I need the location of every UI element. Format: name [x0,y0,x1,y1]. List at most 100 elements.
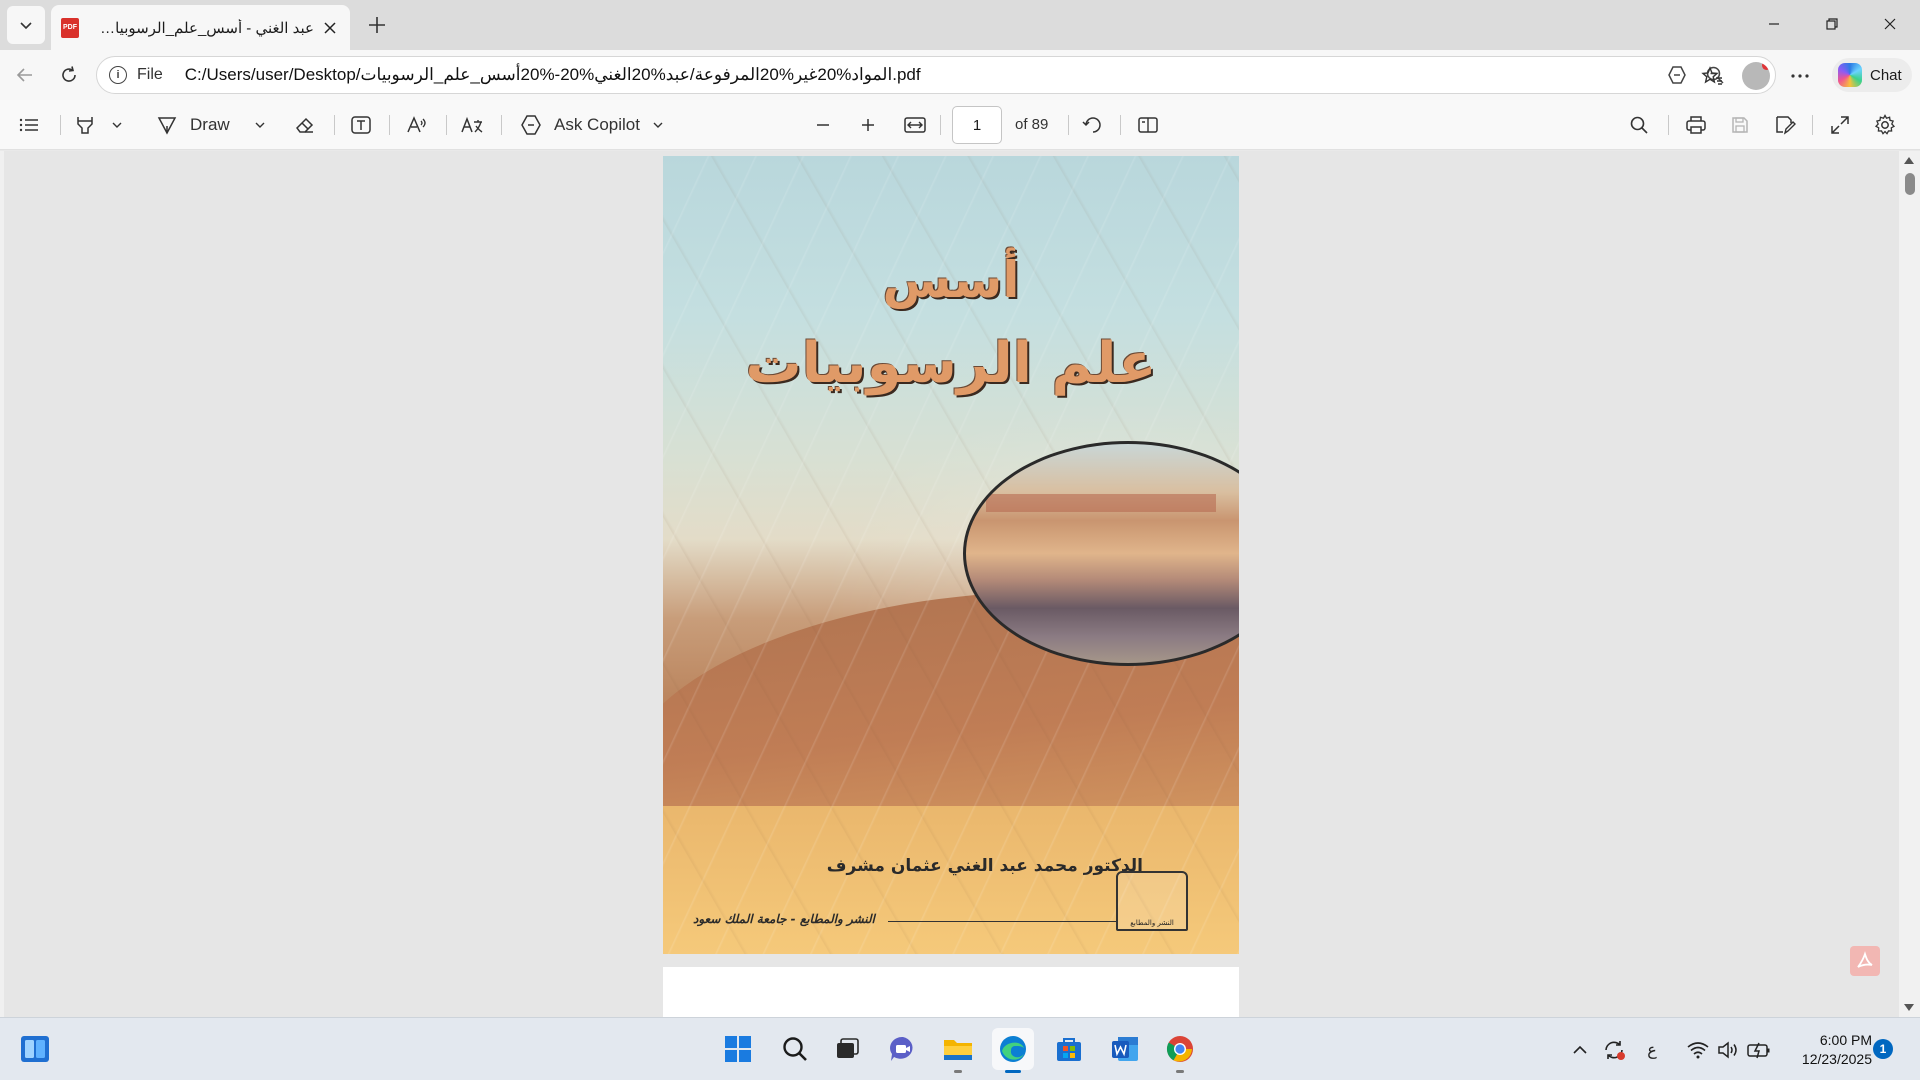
address-field[interactable]: i File C:/Users/user/Desktop/المواد%20غي… [96,56,1776,94]
chat-label: Chat [1870,66,1902,84]
highlight-button[interactable] [74,109,96,141]
scrollbar-thumb[interactable] [1905,173,1915,195]
search-button[interactable] [774,1028,816,1070]
sync-status-icon[interactable] [1599,1038,1629,1062]
highlight-options-dropdown[interactable] [111,109,123,141]
widgets-button[interactable] [14,1028,56,1070]
save-as-button[interactable] [1774,109,1796,141]
zoom-in-button[interactable] [860,109,876,141]
close-window-button[interactable] [1861,0,1919,48]
toolbar-divider [1068,115,1069,135]
wifi-icon[interactable] [1686,1038,1710,1062]
more-horizontal-icon [1791,74,1809,78]
text-box-icon [351,116,371,134]
teams-chat-app[interactable] [882,1028,924,1070]
erase-button[interactable] [294,109,316,141]
draw-button[interactable]: Draw [156,109,230,141]
title-bar: PDF عبد الغني - أسس_علم_الرسوبيات.pdf [0,0,1920,50]
find-button[interactable] [1629,109,1649,141]
input-language-indicator[interactable]: ع [1642,1038,1662,1062]
contents-button[interactable] [18,109,40,141]
chrome-app[interactable] [1159,1028,1201,1073]
profile-avatar[interactable] [1742,62,1770,90]
address-bar-row: i File C:/Users/user/Desktop/المواد%20غي… [0,50,1920,100]
new-tab-button[interactable] [360,8,394,42]
word-app[interactable] [1104,1028,1146,1070]
refresh-button[interactable] [52,58,86,92]
notification-badge[interactable]: 1 [1873,1039,1893,1059]
vertical-scrollbar[interactable] [1899,151,1920,1017]
toolbar-divider [60,115,61,135]
rotate-button[interactable] [1082,109,1104,141]
add-text-button[interactable] [350,109,372,141]
arrow-left-icon [16,68,32,82]
info-icon[interactable]: i [109,66,127,84]
toolbar-divider [940,115,941,135]
microsoft-store-app[interactable] [1048,1028,1090,1070]
search-icon [1630,116,1648,134]
scroll-up-arrow-icon[interactable] [1904,157,1914,164]
edge-browser-app[interactable] [992,1028,1034,1073]
copilot-outline-icon [1668,66,1686,84]
read-aloud-button[interactable] [406,109,428,141]
file-explorer-app[interactable] [937,1028,979,1073]
system-clock[interactable]: 6:00 PM 12/23/2025 [1788,1031,1872,1069]
translate-icon [461,116,483,133]
favorites-button[interactable] [1698,62,1726,90]
tab-title: عبد الغني - أسس_علم_الرسوبيات.pdf [91,19,314,37]
zoom-out-button[interactable] [815,109,831,141]
battery-charging-icon [1747,1042,1770,1059]
pdf-page-1-cover: أسس علم الرسوبيات الدكتور محمد عبد الغني… [663,156,1239,954]
toolbar-divider [1812,115,1813,135]
cover-publisher: النشر والمطابع - جامعة الملك سعود [693,912,875,926]
clock-time: 6:00 PM [1819,1032,1872,1048]
copilot-chat-button[interactable]: Chat [1832,58,1912,92]
chevron-up-icon [1573,1045,1587,1054]
pdf-viewer[interactable]: أسس علم الرسوبيات الدكتور محمد عبد الغني… [4,151,1899,1017]
page-number-input[interactable]: 1 [952,106,1002,144]
back-button[interactable] [8,58,42,92]
chevron-down-icon [255,122,265,128]
refresh-icon [62,66,76,82]
chevron-down-icon [653,122,663,128]
save-button[interactable] [1730,109,1750,141]
minimize-button[interactable] [1745,0,1803,48]
expand-icon [1831,116,1849,134]
show-hidden-icons-button[interactable] [1568,1038,1592,1062]
print-button[interactable] [1685,109,1707,141]
translate-button[interactable] [460,109,484,141]
start-button[interactable] [717,1028,759,1070]
pdf-settings-button[interactable] [1874,109,1896,141]
url-text[interactable]: C:/Users/user/Desktop/المواد%20غير%20الم… [185,65,921,85]
sync-icon [1605,1041,1625,1060]
task-view-button[interactable] [826,1028,868,1070]
toolbar-divider [501,115,502,135]
fit-to-width-button[interactable] [904,109,926,141]
running-indicator [1005,1070,1021,1073]
folder-icon [944,1040,972,1060]
edge-icon [1000,1036,1026,1062]
acrobat-logo-icon [1857,951,1873,968]
battery-icon[interactable] [1746,1038,1772,1062]
draw-label: Draw [190,115,230,134]
ask-copilot-button[interactable]: Ask Copilot [519,109,664,141]
full-screen-button[interactable] [1830,109,1850,141]
pen-icon [157,117,177,135]
draw-options-dropdown[interactable] [254,109,266,141]
page-view-button[interactable] [1137,109,1159,141]
copilot-icon [1838,63,1862,87]
tab-actions-menu-button[interactable] [7,6,45,44]
restore-button[interactable] [1803,0,1861,48]
university-emblem-icon: النشر والمطابع [1116,871,1188,931]
adobe-acrobat-icon[interactable] [1850,946,1880,976]
minus-icon [817,124,829,126]
active-tab[interactable]: PDF عبد الغني - أسس_علم_الرسوبيات.pdf [51,5,350,50]
volume-icon[interactable] [1716,1038,1740,1062]
url-scheme-label: File [137,66,163,83]
more-options-button[interactable] [1786,62,1814,90]
minimize-icon [1769,23,1779,25]
cover-author: الدكتور محمد عبد الغني عثمان مشرف [826,856,1143,876]
scroll-down-arrow-icon[interactable] [1904,1004,1914,1011]
immersive-reader-button[interactable] [1665,63,1689,87]
close-tab-button[interactable] [320,18,340,38]
